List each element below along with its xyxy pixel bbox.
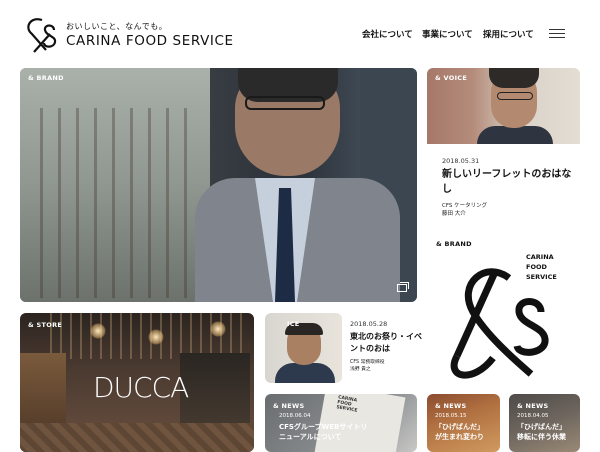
voice-tag: & VOICE xyxy=(435,74,468,82)
news3-date: 2018.04.05 xyxy=(517,413,549,419)
voice-meta-person: 藤田 大介 xyxy=(442,211,466,217)
brand-panel-name: CARINA FOOD SERVICE xyxy=(526,252,557,282)
voice2-title[interactable]: 東北のお祭り・イベントのおは xyxy=(350,331,425,355)
voice-meta: CFS ケータリング 藤田 大介 xyxy=(442,202,487,218)
news1-title-line1: CFSグループWEBサイトリ xyxy=(279,423,368,431)
lamp-icon xyxy=(148,329,164,345)
voice-title[interactable]: 新しいリーフレットのおはなし xyxy=(442,167,572,197)
hero-trees xyxy=(40,108,190,298)
voice2-date: 2018.05.28 xyxy=(350,320,388,328)
voice2-photo[interactable]: ICE xyxy=(265,313,342,383)
voice2-meta-person: 浅野 貴之 xyxy=(350,367,371,372)
voice2-meta-role: CFS 常務取締役 xyxy=(350,360,385,365)
brand-name-line2: FOOD xyxy=(526,263,547,271)
news2-date: 2018.05.15 xyxy=(435,413,467,419)
voice2-tag: ICE xyxy=(287,320,300,328)
nav-about-recruit[interactable]: 採用について xyxy=(483,28,534,40)
nav-about-business[interactable]: 事業について xyxy=(422,28,473,40)
news2-tag: & NEWS xyxy=(435,402,467,410)
news1-date: 2018.06.04 xyxy=(279,413,311,419)
nav-about-company[interactable]: 会社について xyxy=(362,28,413,40)
cfs-logo-icon[interactable] xyxy=(20,14,60,56)
brand-name-line1: CARINA xyxy=(526,253,554,261)
voice2-meta: CFS 常務取締役 浅野 貴之 xyxy=(350,359,425,373)
news3-title-line2: 移転に伴う休業 xyxy=(517,433,566,441)
store-floor xyxy=(20,423,254,452)
gallery-icon[interactable] xyxy=(397,282,409,292)
hero-brand-card[interactable]: & BRAND xyxy=(20,68,417,302)
news2-title-line2: が生まれ変わり xyxy=(435,433,484,441)
brand-panel-tag: & BRAND xyxy=(436,240,472,248)
store-tag: & STORE xyxy=(28,321,63,329)
news1-title: CFSグループWEBサイトリ ニューアルについて xyxy=(279,422,367,442)
news2-title: 「ひげばんだ」 が生まれ変わり xyxy=(435,422,484,442)
hero-tag: & BRAND xyxy=(28,74,64,82)
store-card[interactable]: & STORE DUCCA xyxy=(20,313,254,452)
news3-title-line1: 「ひげばんだ」 xyxy=(517,423,566,431)
news2-title-line1: 「ひげばんだ」 xyxy=(435,423,484,431)
tagline: おいしいこと、なんでも。 xyxy=(66,22,168,31)
news1-title-line2: ニューアルについて xyxy=(279,433,342,441)
news-card-3[interactable]: & NEWS 2018.04.05 「ひげばんだ」 移転に伴う休業 xyxy=(509,394,580,452)
voice-photo: & VOICE xyxy=(427,68,580,144)
hamburger-menu-icon[interactable] xyxy=(549,29,565,39)
news3-title: 「ひげばんだ」 移転に伴う休業 xyxy=(517,422,566,442)
hero-glasses xyxy=(245,96,325,110)
lamp-icon xyxy=(210,321,226,337)
brand-name-line3: SERVICE xyxy=(526,273,557,281)
voice-card[interactable]: & VOICE 2018.05.31 新しいリーフレットのおはなし CFS ケー… xyxy=(427,68,580,226)
lamp-icon xyxy=(90,323,106,339)
news-card-2[interactable]: & NEWS 2018.05.15 「ひげばんだ」 が生まれ変わり xyxy=(427,394,500,452)
news1-tag: & NEWS xyxy=(273,402,305,410)
site-title[interactable]: CARINA FOOD SERVICE xyxy=(66,33,234,49)
voice2-text[interactable]: 2018.05.28 東北のお祭り・イベントのおは CFS 常務取締役 浅野 貴… xyxy=(350,320,425,373)
voice-meta-company: CFS ケータリング xyxy=(442,203,488,209)
news3-tag: & NEWS xyxy=(517,402,549,410)
news-card-1[interactable]: CARINA FOOD SERVICE & NEWS 2018.06.04 CF… xyxy=(265,394,417,452)
voice-date: 2018.05.31 xyxy=(442,157,480,165)
brand-panel[interactable]: & BRAND CARINA FOOD SERVICE xyxy=(427,236,580,386)
store-name: DUCCA xyxy=(93,371,189,404)
